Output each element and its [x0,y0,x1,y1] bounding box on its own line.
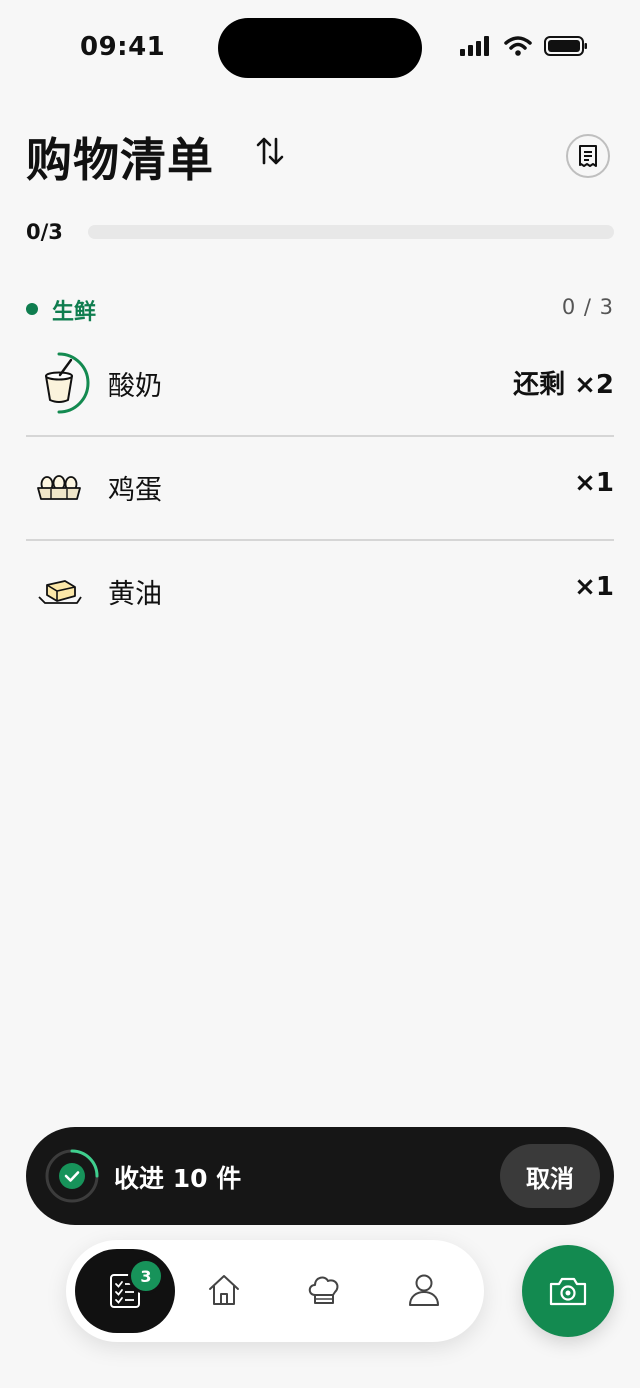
section-header: 生鲜 0 / 3 [26,292,614,326]
toast-bar: 收进 10 件 取消 [26,1127,614,1225]
battery-icon [544,36,587,56]
list-item-butter[interactable]: 黄油 ×1 [26,540,614,644]
page-title: 购物清单 [26,133,214,187]
wifi-icon [504,36,532,56]
sort-arrows-icon [256,137,284,165]
tab-bar: 3 [66,1240,484,1342]
home-icon [209,1275,239,1305]
tab-shopping-list[interactable] [75,1249,175,1333]
toast-message: 收进 10 件 [114,1164,242,1193]
egg-carton-icon [37,475,81,500]
camera-icon [549,1277,587,1306]
item-name: 黄油 [108,579,162,610]
progress-count: 0/3 [26,220,63,244]
section-count: 0 / 3 [561,295,614,319]
item-name: 酸奶 [108,371,162,402]
butter-icon [38,580,82,604]
tab-recipes[interactable] [304,1270,344,1310]
list-item-yogurt[interactable]: 酸奶 还剩 ×2 [26,332,614,436]
progress-bar [88,225,614,239]
list-item-eggs[interactable]: 鸡蛋 ×1 [26,436,614,540]
sort-button[interactable] [252,132,288,170]
section-dot [26,303,38,315]
yogurt-icon [45,352,90,414]
item-icon-wrapper [26,454,92,520]
tab-badge: 3 [128,1258,164,1294]
status-icons [460,36,588,56]
item-name: 鸡蛋 [108,475,162,506]
toast-progress-ring [44,1148,100,1204]
item-icon-wrapper [26,558,92,624]
receipt-button[interactable] [566,134,610,178]
dynamic-island [218,18,422,78]
item-quantity: ×1 [574,468,614,498]
signal-icon [460,36,489,56]
section-label: 生鲜 [52,300,97,325]
receipt-icon [579,145,597,167]
status-bar: 09:41 [0,0,640,96]
status-time: 09:41 [80,32,166,62]
item-quantity: 还剩 ×2 [513,370,614,400]
item-icon-wrapper [26,350,92,416]
tab-profile[interactable] [404,1270,444,1310]
check-circle-icon [45,1149,99,1203]
camera-button[interactable] [522,1245,614,1337]
item-quantity: ×1 [574,572,614,602]
profile-icon [409,1274,439,1306]
tab-home[interactable] [204,1270,244,1310]
cancel-button[interactable]: 取消 [500,1144,600,1208]
chef-hat-icon [308,1276,339,1304]
